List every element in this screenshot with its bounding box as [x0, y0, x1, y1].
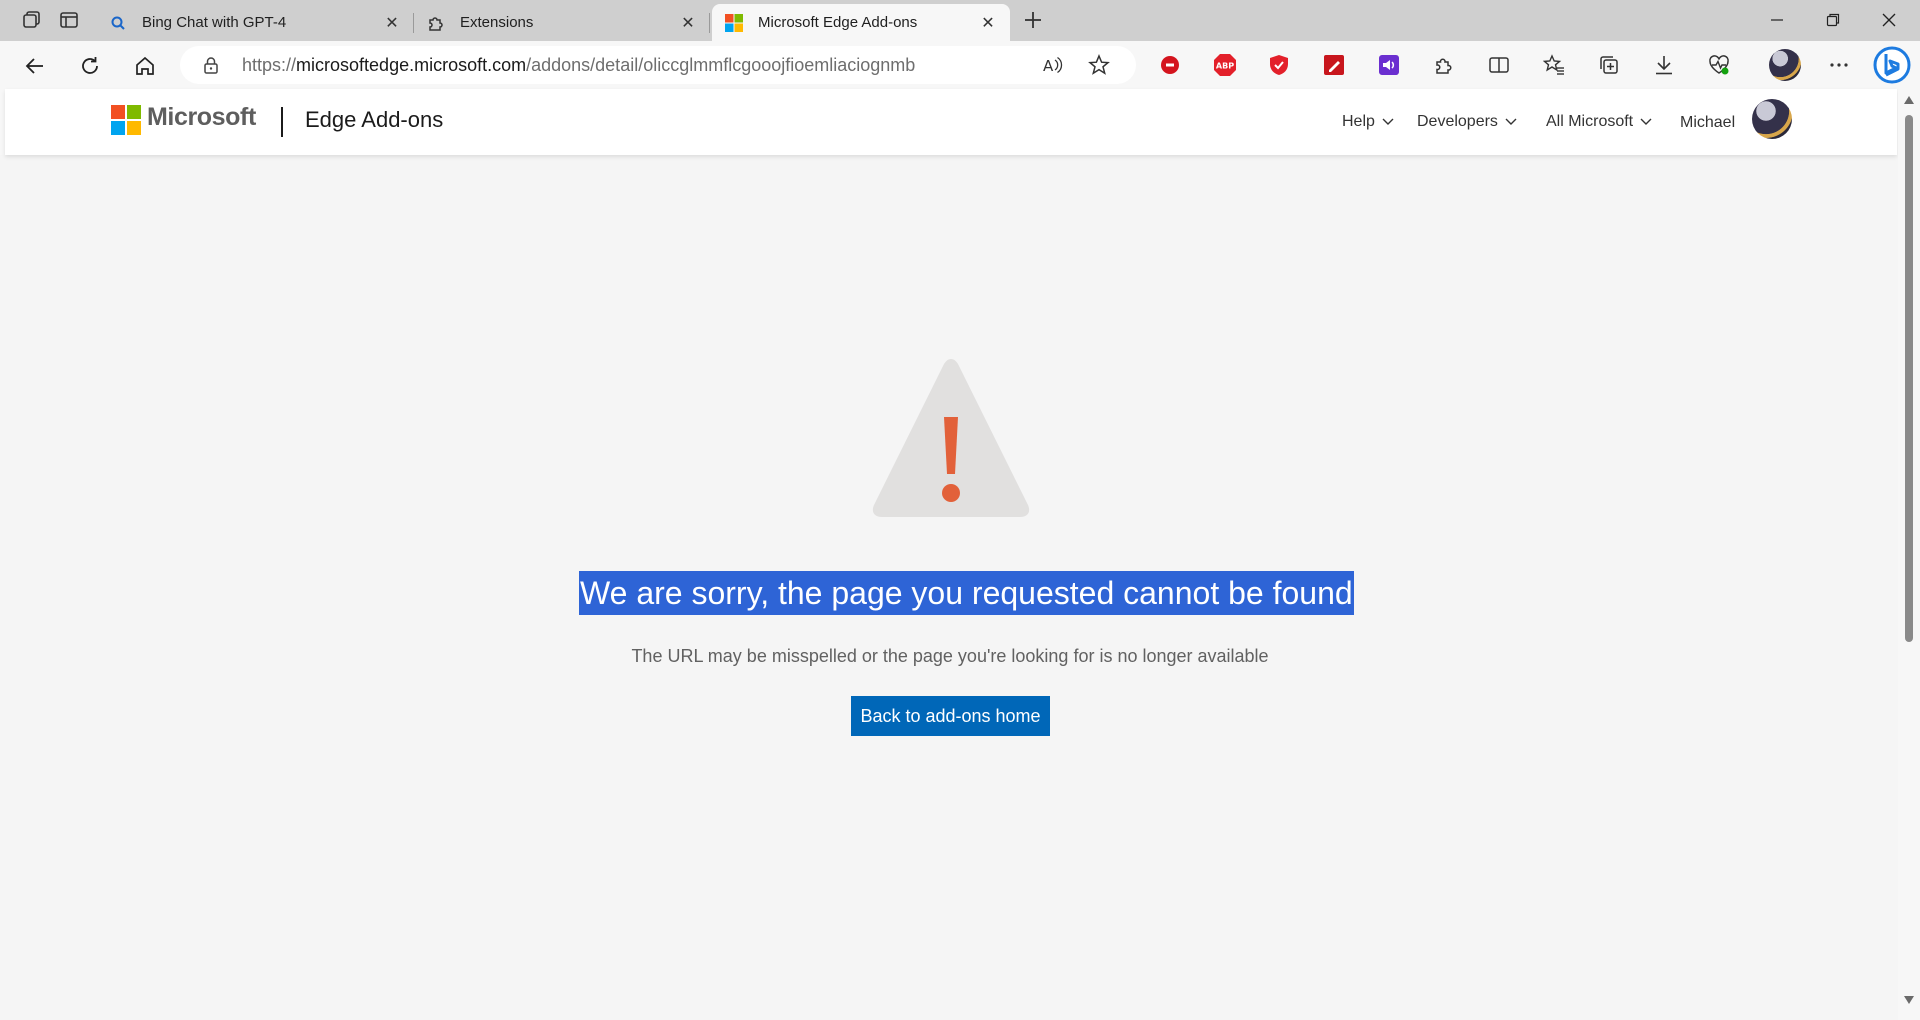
browser-essentials-icon[interactable]: [1706, 52, 1732, 78]
extensions-puzzle-icon[interactable]: [1431, 52, 1457, 78]
tab-edge-addons[interactable]: Microsoft Edge Add-ons ✕: [712, 4, 1010, 41]
close-icon[interactable]: ✕: [382, 13, 402, 33]
error-subtitle: The URL may be misspelled or the page yo…: [631, 646, 1269, 666]
error-content: We are sorry, the page you requested can…: [0, 155, 1900, 1020]
svg-text:A: A: [1043, 57, 1054, 75]
microsoft-brand-name[interactable]: Microsoft: [147, 103, 256, 132]
nav-developers-label: Developers: [1417, 113, 1498, 130]
chevron-down-icon: [1382, 118, 1394, 126]
user-name[interactable]: Michael: [1680, 114, 1735, 132]
puzzle-icon: [426, 13, 446, 33]
microsoft-logo-icon: [724, 13, 744, 33]
tab-title: Extensions: [460, 14, 534, 31]
page-scrollbar[interactable]: [1898, 89, 1920, 1020]
read-aloud-icon[interactable]: A: [1036, 49, 1068, 81]
nav-developers[interactable]: Developers: [1417, 113, 1517, 131]
minimize-icon[interactable]: [1754, 0, 1800, 40]
url-path: /addons/detail/oliccglmmflcgooojfioemlia…: [526, 55, 916, 75]
new-tab-icon[interactable]: [1020, 7, 1046, 33]
nav-all-microsoft-label: All Microsoft: [1546, 113, 1634, 130]
restore-icon[interactable]: [1810, 0, 1856, 40]
tab-bing-chat[interactable]: Bing Chat with GPT-4 ✕: [96, 4, 414, 41]
downloads-icon[interactable]: [1651, 52, 1677, 78]
red-stop-icon[interactable]: [1157, 52, 1183, 78]
user-avatar[interactable]: [1752, 99, 1792, 139]
address-bar[interactable]: https://microsoftedge.microsoft.com/addo…: [180, 46, 1136, 84]
tab-strip: Bing Chat with GPT-4 ✕ Extensions ✕ Micr…: [0, 0, 1920, 41]
chevron-down-icon: [1640, 118, 1652, 126]
tab-title: Bing Chat with GPT-4: [142, 14, 287, 31]
close-icon[interactable]: ✕: [978, 13, 998, 33]
red-pen-icon[interactable]: [1321, 52, 1347, 78]
scroll-down-arrow-icon[interactable]: [1903, 995, 1915, 1005]
refresh-icon[interactable]: [74, 50, 106, 82]
scroll-up-arrow-icon[interactable]: [1903, 95, 1915, 105]
scrollbar-thumb[interactable]: [1905, 115, 1913, 642]
warning-triangle-icon: [872, 359, 1030, 517]
back-arrow-icon[interactable]: [19, 50, 51, 82]
adblock-plus-icon[interactable]: ABP: [1212, 52, 1238, 78]
svg-text:ABP: ABP: [1216, 62, 1234, 71]
error-title: We are sorry, the page you requested can…: [579, 571, 1354, 615]
chevron-down-icon: [1505, 118, 1517, 126]
home-icon[interactable]: [129, 50, 161, 82]
header-divider: [281, 107, 283, 137]
microsoft-logo-icon[interactable]: [111, 105, 141, 135]
nav-help[interactable]: Help: [1342, 113, 1394, 131]
workspaces-icon[interactable]: [19, 7, 45, 33]
url-scheme: https://: [242, 55, 297, 75]
shield-icon[interactable]: [1266, 52, 1292, 78]
split-screen-icon[interactable]: [1486, 52, 1512, 78]
favorite-star-icon[interactable]: [1083, 49, 1115, 81]
vertical-tabs-icon[interactable]: [56, 7, 82, 33]
tab-title: Microsoft Edge Add-ons: [758, 14, 918, 31]
profile-avatar[interactable]: [1769, 49, 1801, 81]
bing-copilot-icon[interactable]: [1872, 45, 1912, 85]
url-text[interactable]: https://microsoftedge.microsoft.com/addo…: [242, 55, 915, 76]
back-to-addons-home-button[interactable]: Back to add-ons home: [851, 696, 1050, 736]
nav-help-label: Help: [1342, 113, 1375, 130]
browser-toolbar: https://microsoftedge.microsoft.com/addo…: [0, 41, 1920, 89]
close-window-icon[interactable]: [1866, 0, 1912, 40]
more-options-icon[interactable]: [1826, 52, 1852, 78]
tab-extensions[interactable]: Extensions ✕: [414, 4, 710, 41]
close-icon[interactable]: ✕: [678, 13, 698, 33]
url-host: microsoftedge.microsoft.com: [296, 55, 527, 75]
lock-icon[interactable]: [202, 56, 220, 79]
purple-audio-icon[interactable]: [1376, 52, 1402, 78]
site-name[interactable]: Edge Add-ons: [305, 107, 443, 133]
site-header: Microsoft Edge Add-ons Help Developers A…: [5, 89, 1897, 155]
favorites-icon[interactable]: [1541, 52, 1567, 78]
page-viewport: We are sorry, the page you requested can…: [0, 89, 1920, 1020]
bing-search-icon: [108, 13, 128, 33]
nav-all-microsoft[interactable]: All Microsoft: [1546, 113, 1652, 131]
collections-icon[interactable]: [1596, 52, 1622, 78]
